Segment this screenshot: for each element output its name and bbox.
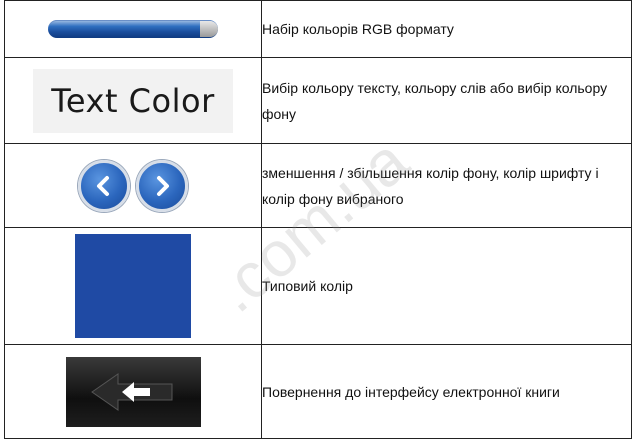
text-color-button: Text Color <box>33 68 233 133</box>
back-arrow-icon <box>65 356 201 427</box>
icon-cell <box>4 344 262 439</box>
icon-cell <box>4 143 262 228</box>
table-row: Типовий колір <box>4 227 632 345</box>
description-text: Типовий колір <box>262 278 353 294</box>
description-cell: зменшення / збільшення колір фону, колір… <box>261 143 632 228</box>
description-cell: Вибір кольору тексту, кольору слів або в… <box>261 57 632 144</box>
icon-cell <box>4 0 262 58</box>
description-text: зменшення / збільшення колір фону, колір… <box>262 164 599 207</box>
description-cell: Типовий колір <box>261 227 632 345</box>
description-text: Повернення до інтерфейсу електронної кни… <box>262 383 560 400</box>
table-row: Повернення до інтерфейсу електронної кни… <box>4 344 632 439</box>
table-row: зменшення / збільшення колір фону, колір… <box>4 143 632 228</box>
description-text: Набір кольорів RGB формату <box>262 21 454 37</box>
icon-cell: Text Color <box>4 57 262 144</box>
chevron-left-icon <box>78 159 130 212</box>
table-row: Text Color Вибір кольору тексту, кольору… <box>4 57 632 144</box>
description-text: Вибір кольору тексту, кольору слів або в… <box>262 79 608 122</box>
description-cell: Набір кольорів RGB формату <box>261 0 632 58</box>
icon-cell <box>4 227 262 345</box>
table-row: Набір кольорів RGB формату <box>4 0 632 58</box>
description-cell: Повернення до інтерфейсу електронної кни… <box>261 344 632 439</box>
features-table: Набір кольорів RGB формату Text Color Ви… <box>4 0 632 439</box>
rgb-slider-bar-icon <box>48 20 218 38</box>
color-swatch <box>75 234 191 338</box>
chevron-right-icon <box>136 159 188 212</box>
arrow-pair <box>78 159 188 212</box>
